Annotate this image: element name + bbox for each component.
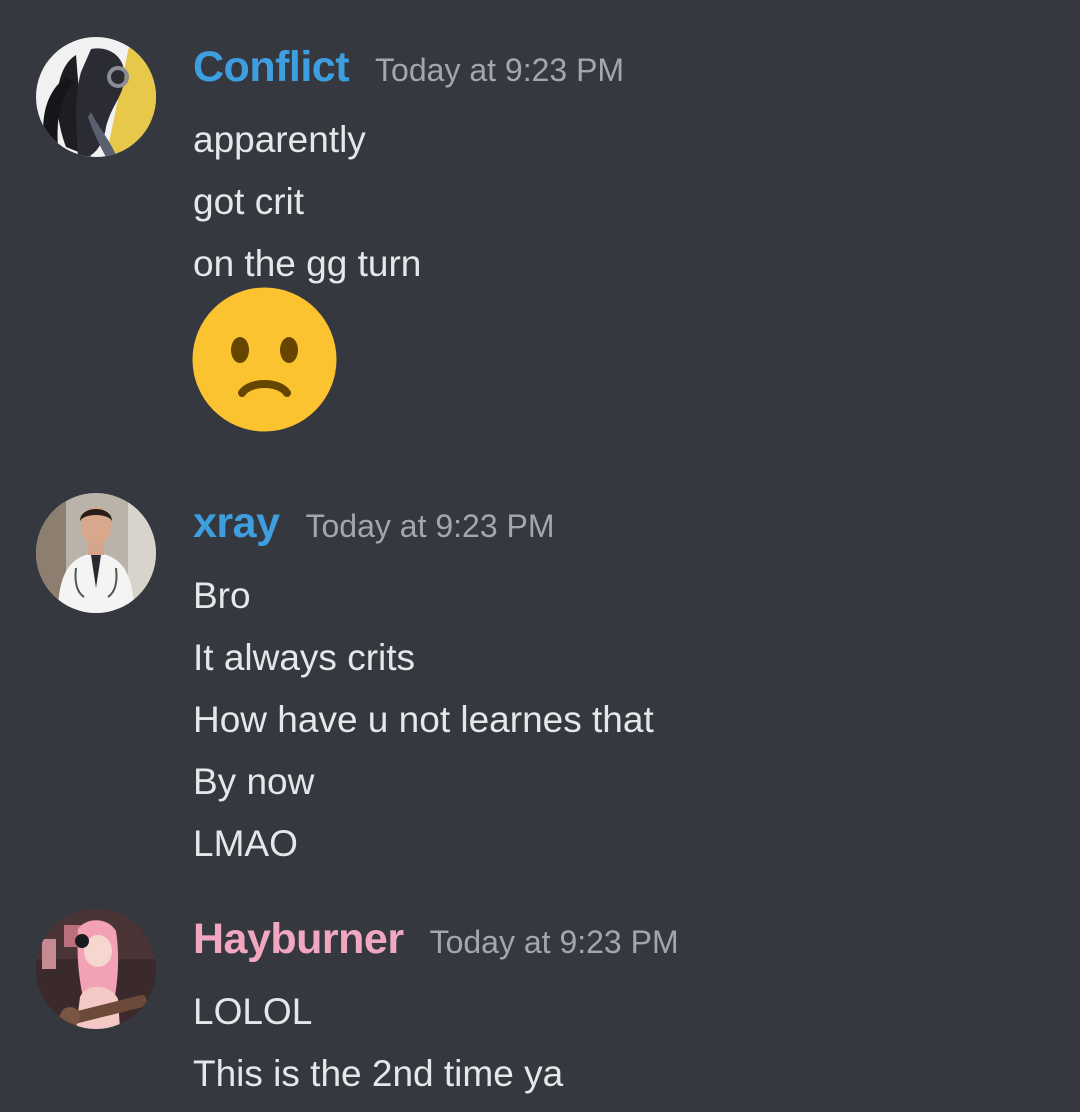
timestamp: Today at 9:23 PM: [305, 508, 555, 544]
message-line: apparently: [193, 119, 366, 160]
message-body: LOLOL This is the 2nd time ya: [193, 981, 563, 1105]
message-line: on the gg turn: [193, 243, 422, 284]
avatar[interactable]: [36, 493, 156, 613]
message-line: Bro: [193, 575, 251, 616]
username[interactable]: Conflict: [193, 43, 350, 92]
message-line: By now: [193, 761, 315, 802]
username[interactable]: xray: [193, 499, 280, 548]
message-line: This is the 2nd time ya: [193, 1053, 564, 1094]
avatar-pink-haired-guitarist-icon: [36, 909, 156, 1029]
message-body: Bro It always crits How have u not learn…: [193, 565, 654, 875]
message-line: LOLOL: [193, 991, 313, 1032]
avatar[interactable]: [36, 37, 156, 157]
message-line: It always crits: [193, 637, 416, 678]
message-header: Hayburner Today at 9:23 PM: [193, 915, 679, 971]
timestamp: Today at 9:23 PM: [375, 52, 625, 88]
username[interactable]: Hayburner: [193, 915, 404, 964]
avatar-dark-figure-icon: [36, 37, 156, 157]
message-header: Conflict Today at 9:23 PM: [193, 43, 624, 99]
message-line: got crit: [193, 181, 305, 222]
message-line: LMAO: [193, 823, 298, 864]
message-line: How have u not learnes that: [193, 699, 654, 740]
message-body: apparently got crit on the gg turn: [193, 109, 421, 295]
frowning-face-icon[interactable]: [192, 287, 337, 432]
avatar-man-in-white-coat-icon: [36, 493, 156, 613]
avatar[interactable]: [36, 909, 156, 1029]
message-header: xray Today at 9:23 PM: [193, 499, 555, 555]
chat-log: Conflict Today at 9:23 PM apparently got…: [0, 0, 1080, 1112]
timestamp: Today at 9:23 PM: [429, 924, 679, 960]
